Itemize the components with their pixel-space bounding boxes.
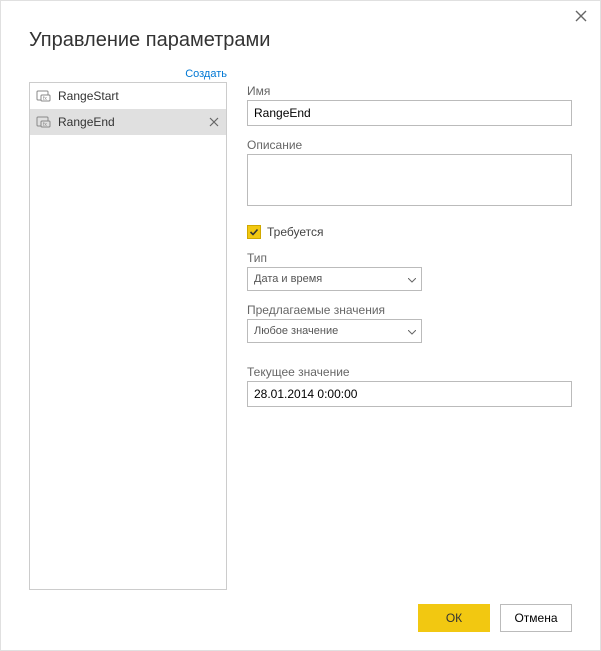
sidebar-item-label: RangeEnd xyxy=(58,115,208,129)
name-input[interactable] xyxy=(247,100,572,126)
sidebar: Создать fx RangeStart fx RangeEnd xyxy=(29,66,227,590)
dialog-footer: ОК Отмена xyxy=(29,590,572,632)
suggested-select[interactable] xyxy=(247,319,422,343)
parameter-icon: fx xyxy=(36,114,52,130)
description-label: Описание xyxy=(247,138,572,152)
cancel-button[interactable]: Отмена xyxy=(500,604,572,632)
suggested-select-value[interactable] xyxy=(247,319,422,343)
required-checkbox[interactable] xyxy=(247,225,261,239)
current-value-input[interactable] xyxy=(247,381,572,407)
form-panel: Имя Описание Требуется Тип xyxy=(247,66,572,590)
sidebar-item-label: RangeStart xyxy=(58,89,220,103)
create-row: Создать xyxy=(29,66,227,82)
create-link[interactable]: Создать xyxy=(185,68,227,80)
suggested-group: Предлагаемые значения xyxy=(247,303,572,343)
delete-icon[interactable] xyxy=(208,116,220,128)
sidebar-item-rangestart[interactable]: fx RangeStart xyxy=(30,83,226,109)
type-group: Тип xyxy=(247,251,572,291)
type-select-value[interactable] xyxy=(247,267,422,291)
current-value-label: Текущее значение xyxy=(247,365,572,379)
description-group: Описание xyxy=(247,138,572,209)
ok-button[interactable]: ОК xyxy=(418,604,490,632)
name-label: Имя xyxy=(247,84,572,98)
type-select[interactable] xyxy=(247,267,422,291)
close-icon[interactable] xyxy=(574,9,588,27)
svg-text:fx: fx xyxy=(43,122,47,128)
required-row: Требуется xyxy=(247,225,572,239)
svg-text:fx: fx xyxy=(43,96,47,102)
type-label: Тип xyxy=(247,251,572,265)
required-label: Требуется xyxy=(267,225,323,239)
current-value-group: Текущее значение xyxy=(247,365,572,407)
sidebar-item-rangeend[interactable]: fx RangeEnd xyxy=(30,109,226,135)
dialog-content: Создать fx RangeStart fx RangeEnd xyxy=(29,66,572,590)
name-group: Имя xyxy=(247,84,572,126)
suggested-label: Предлагаемые значения xyxy=(247,303,572,317)
manage-parameters-dialog: Управление параметрами Создать fx RangeS… xyxy=(1,1,600,650)
description-input[interactable] xyxy=(247,154,572,206)
parameter-icon: fx xyxy=(36,88,52,104)
parameter-list: fx RangeStart fx RangeEnd xyxy=(29,82,227,590)
dialog-title: Управление параметрами xyxy=(29,29,572,52)
